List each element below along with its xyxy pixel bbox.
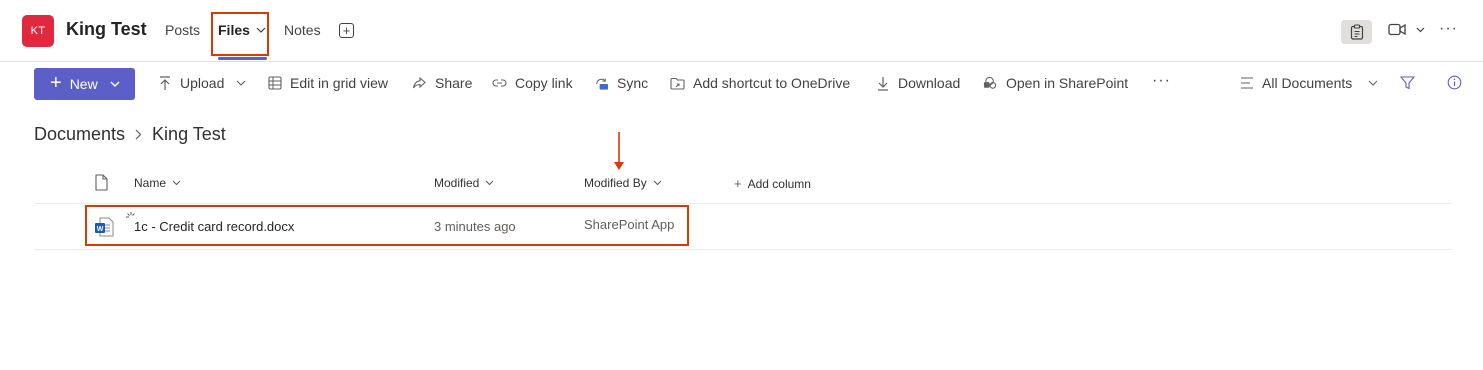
chevron-down-icon[interactable]	[1416, 27, 1425, 33]
upload-button[interactable]: Upload	[157, 75, 246, 91]
more-commands-button[interactable]: ···	[1152, 72, 1171, 90]
clipboard-button[interactable]	[1341, 20, 1372, 44]
annotation-highlight-files-tab	[211, 12, 269, 56]
share-button[interactable]: Share	[412, 75, 472, 91]
filter-button[interactable]	[1400, 75, 1415, 90]
add-shortcut-button[interactable]: Add shortcut to OneDrive	[670, 75, 850, 91]
more-options-button[interactable]: ···	[1439, 20, 1458, 38]
info-icon	[1447, 75, 1462, 90]
file-type-icon[interactable]	[95, 174, 108, 191]
download-label: Download	[898, 75, 961, 91]
download-icon	[875, 76, 890, 91]
column-header-row: Name Modified Modified By + Add column	[34, 166, 1452, 204]
breadcrumb-current: King Test	[152, 124, 226, 144]
team-avatar[interactable]: KT	[22, 15, 54, 47]
annotation-highlight-row	[85, 205, 689, 246]
view-label: All Documents	[1262, 75, 1353, 91]
breadcrumb-root[interactable]: Documents	[34, 124, 125, 145]
chevron-down-icon	[485, 180, 494, 186]
sharepoint-label: Open in SharePoint	[1006, 75, 1129, 91]
sync-label: Sync	[617, 75, 649, 91]
chevron-right-icon	[135, 129, 142, 140]
column-modified-by[interactable]: Modified By	[584, 176, 662, 190]
grid-icon	[267, 76, 282, 91]
add-column-button[interactable]: + Add column	[734, 176, 811, 191]
filter-icon	[1400, 75, 1415, 90]
chevron-down-icon	[236, 80, 246, 86]
chevron-down-icon	[1368, 80, 1378, 86]
tab-notes[interactable]: Notes	[284, 22, 321, 38]
chevron-down-icon	[172, 180, 181, 186]
plus-icon: +	[342, 23, 351, 38]
column-name[interactable]: Name	[134, 176, 181, 190]
channel-header: KT King Test Posts Files Notes + ···	[0, 0, 1483, 62]
video-icon	[1388, 23, 1406, 36]
column-modified[interactable]: Modified	[434, 176, 494, 190]
column-modified-label: Modified	[434, 176, 480, 190]
view-selector[interactable]: All Documents	[1239, 75, 1378, 91]
chevron-down-icon	[653, 180, 662, 186]
copy-link-button[interactable]: Copy link	[492, 75, 573, 91]
upload-label: Upload	[180, 75, 225, 91]
add-tab-button[interactable]: +	[339, 23, 354, 38]
clipboard-icon	[1350, 24, 1363, 40]
new-label: New	[69, 76, 98, 92]
copylink-label: Copy link	[515, 75, 573, 91]
share-label: Share	[435, 75, 473, 91]
column-name-label: Name	[134, 176, 167, 190]
sharepoint-icon	[983, 76, 998, 91]
chevron-down-icon	[110, 81, 120, 87]
list-view-icon	[1239, 76, 1254, 91]
link-icon	[492, 76, 507, 91]
column-modified-by-label: Modified By	[584, 176, 647, 190]
share-icon	[412, 76, 427, 91]
active-tab-indicator	[218, 57, 267, 60]
command-bar: + New Upload Edit in grid view Share Cop…	[0, 62, 1483, 106]
tab-posts[interactable]: Posts	[165, 22, 200, 38]
sync-icon	[594, 76, 609, 91]
video-call-button[interactable]	[1388, 23, 1425, 36]
shortcut-label: Add shortcut to OneDrive	[693, 75, 851, 91]
breadcrumb: Documents King Test	[34, 124, 226, 145]
shortcut-icon	[670, 76, 685, 91]
plus-icon: +	[50, 72, 62, 94]
sync-button[interactable]: Sync	[594, 75, 648, 91]
info-button[interactable]	[1447, 75, 1462, 90]
grid-label: Edit in grid view	[290, 75, 389, 91]
plus-icon: +	[734, 176, 742, 191]
open-in-sharepoint-button[interactable]: Open in SharePoint	[983, 75, 1128, 91]
download-button[interactable]: Download	[875, 75, 960, 91]
add-column-label: Add column	[747, 176, 811, 191]
edit-grid-view-button[interactable]: Edit in grid view	[267, 75, 388, 91]
upload-icon	[157, 75, 172, 91]
new-button[interactable]: + New	[34, 68, 135, 100]
team-title: King Test	[66, 19, 147, 39]
